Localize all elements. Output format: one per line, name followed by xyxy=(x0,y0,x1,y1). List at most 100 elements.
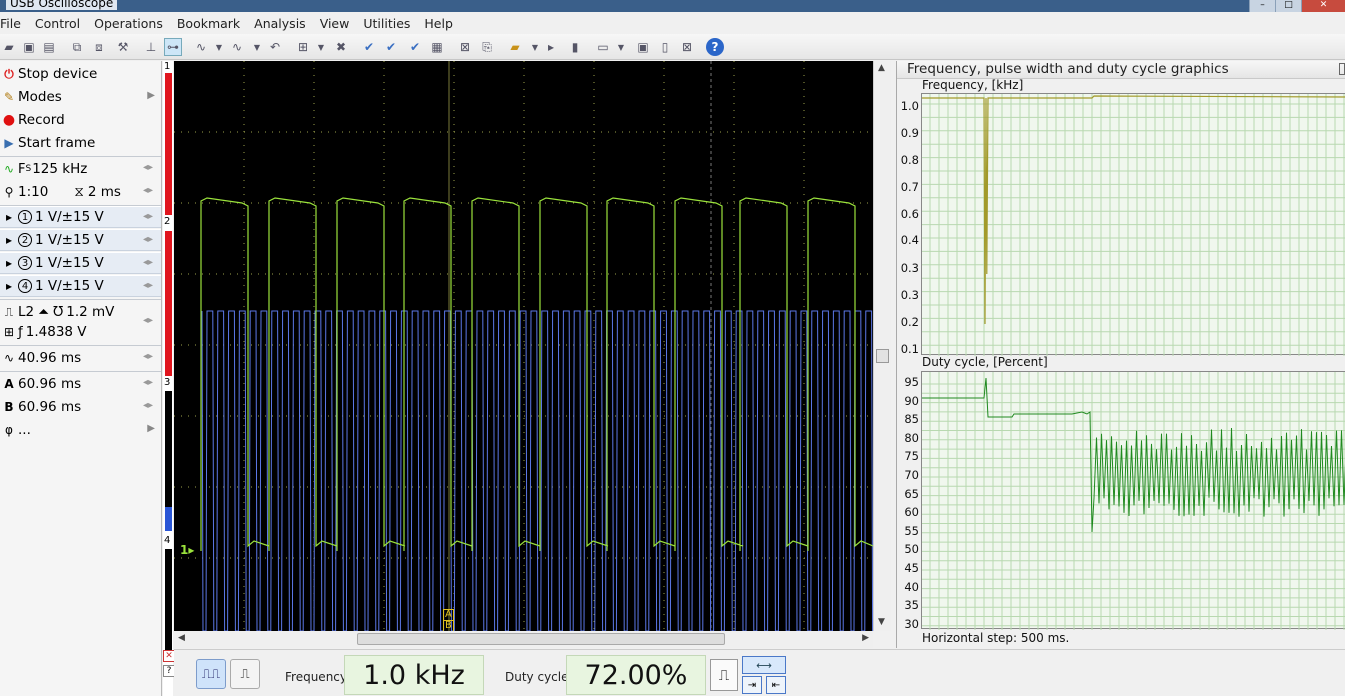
panel-close-icon[interactable] xyxy=(1339,63,1345,75)
channel-4-row[interactable]: ▸ 4 1 V/±15 V ◂▸ xyxy=(0,275,161,297)
stop-device-item[interactable]: ⏻ Stop device xyxy=(0,63,161,85)
time-span-row[interactable]: ∿ 40.96 ms ◂▸ xyxy=(0,347,161,369)
expand-button[interactable]: ⟷ xyxy=(742,656,786,674)
channel-2-bar[interactable] xyxy=(165,231,172,376)
save-icon[interactable]: ▣ xyxy=(20,38,38,56)
spin-arrows-icon[interactable]: ◂▸ xyxy=(143,162,153,173)
stop-icon[interactable]: ▮ xyxy=(566,38,584,56)
copy-icon[interactable]: ⧉ xyxy=(68,38,86,56)
menu-view[interactable]: View xyxy=(313,16,357,31)
pulse-mode-button[interactable]: ⎍⎍ xyxy=(196,659,226,689)
dropdown-icon[interactable]: ▼ xyxy=(612,38,630,56)
check-icon[interactable]: ✔ xyxy=(360,38,378,56)
trigger-value-row[interactable]: ⊞ ƒ 1.4838 V ◂▸ xyxy=(0,321,161,343)
cursor-b-row[interactable]: B 60.96 ms ◂▸ xyxy=(0,396,161,418)
export-icon[interactable]: ⎘ xyxy=(478,38,496,56)
channel-2-row[interactable]: ▸ 2 1 V/±15 V ◂▸ xyxy=(0,229,161,251)
help-icon[interactable]: ? xyxy=(706,38,724,56)
doc-icon[interactable]: ▯ xyxy=(656,38,674,56)
oscilloscope-display[interactable]: 1▸ A B xyxy=(174,61,873,631)
scroll-left-icon[interactable]: ◀ xyxy=(178,633,185,643)
channel-3-row[interactable]: ▸ 3 1 V/±15 V ◂▸ xyxy=(0,252,161,274)
check-down-icon[interactable]: ✔ xyxy=(382,38,400,56)
menu-help[interactable]: Help xyxy=(417,16,460,31)
undo-icon[interactable]: ↶ xyxy=(266,38,284,56)
sample-rate-row[interactable]: ∿ FS 125 kHz ◂▸ xyxy=(0,158,161,180)
channel-1-bar[interactable] xyxy=(165,73,172,215)
trigger-value: 1.4838 V xyxy=(26,324,87,340)
image-icon[interactable]: ▣ xyxy=(634,38,652,56)
edge-select-button[interactable]: ⎍ xyxy=(710,659,738,691)
check-all-icon[interactable]: ✔ xyxy=(406,38,424,56)
list-icon[interactable]: ▦ xyxy=(428,38,446,56)
modes-item[interactable]: ✎ Modes ▶ xyxy=(0,86,161,108)
menu-utilities[interactable]: Utilities xyxy=(356,16,417,31)
close-doc-icon[interactable]: ⊠ xyxy=(678,38,696,56)
duty-svg xyxy=(922,372,1345,630)
menu-control[interactable]: Control xyxy=(28,16,87,31)
close-button[interactable]: ✕ xyxy=(1301,0,1345,12)
zoom-row[interactable]: ⚲ 1:10 ⧖ 2 ms ◂▸ xyxy=(0,181,161,203)
sine-icon: ∿ xyxy=(0,162,18,176)
cursor-a-icon: A xyxy=(0,377,18,391)
trigger-row[interactable]: ⎍ L2 ⏶ Ʊ 1.2 mV xyxy=(0,301,161,323)
channel-4-bar[interactable] xyxy=(165,549,172,654)
open-icon[interactable]: ▰ xyxy=(0,38,18,56)
tool-icon[interactable]: ⚒ xyxy=(114,38,132,56)
cursor-icon[interactable]: ⊶ xyxy=(164,38,182,56)
grid-icon[interactable]: ⊠ xyxy=(456,38,474,56)
stop-device-label: Stop device xyxy=(18,66,97,82)
delete-icon[interactable]: ✖ xyxy=(332,38,350,56)
menu-operations[interactable]: Operations xyxy=(87,16,170,31)
duty-cycle-chart[interactable] xyxy=(921,371,1345,629)
start-frame-item[interactable]: ▶ Start frame xyxy=(0,132,161,154)
spin-arrows-icon[interactable]: ◂▸ xyxy=(143,234,153,245)
folder-icon[interactable]: ▰ xyxy=(506,38,524,56)
channel-strip: 1 2 3 4 ✕ ? xyxy=(163,61,173,696)
cursor-b-marker[interactable]: B xyxy=(443,620,454,631)
record-item[interactable]: ● Record xyxy=(0,109,161,131)
menu-file[interactable]: File xyxy=(0,16,28,31)
vertical-scrollbar[interactable]: ▲ ▼ xyxy=(873,61,891,631)
spin-arrows-icon[interactable]: ◂▸ xyxy=(143,211,153,222)
panel-icon[interactable]: ▭ xyxy=(594,38,612,56)
spin-arrows-icon[interactable]: ◂▸ xyxy=(143,351,153,362)
scroll-thumb[interactable] xyxy=(876,349,889,363)
horizontal-scrollbar[interactable]: ◀ ▶ xyxy=(174,631,873,648)
wave-icon[interactable]: ∿ xyxy=(192,38,210,56)
record-label: Record xyxy=(18,112,65,128)
menu-analysis[interactable]: Analysis xyxy=(247,16,313,31)
channel-1-marker[interactable]: 1▸ xyxy=(180,543,194,557)
shrink-right-button[interactable]: ⇤ xyxy=(766,676,786,694)
spin-arrows-icon[interactable]: ◂▸ xyxy=(143,377,153,388)
marker-icon[interactable]: ⊥ xyxy=(142,38,160,56)
wave2-icon[interactable]: ∿ xyxy=(228,38,246,56)
print-icon[interactable]: ▤ xyxy=(40,38,58,56)
dropdown-icon[interactable]: ▼ xyxy=(210,38,228,56)
minimize-button[interactable]: – xyxy=(1249,0,1275,12)
duty-tick: 80 xyxy=(897,431,919,445)
spin-arrows-icon[interactable]: ◂▸ xyxy=(143,400,153,411)
dropdown-icon[interactable]: ▼ xyxy=(248,38,266,56)
scroll-down-icon[interactable]: ▼ xyxy=(878,617,885,627)
spin-arrows-icon[interactable]: ◂▸ xyxy=(143,280,153,291)
play-icon[interactable]: ▸ xyxy=(542,38,560,56)
scroll-up-icon[interactable]: ▲ xyxy=(878,63,885,73)
frequency-chart[interactable] xyxy=(921,93,1345,355)
paste-icon[interactable]: ⧈ xyxy=(90,38,108,56)
menu-bookmark[interactable]: Bookmark xyxy=(170,16,247,31)
spin-arrows-icon[interactable]: ◂▸ xyxy=(143,257,153,268)
span-icon: ∿ xyxy=(0,351,18,365)
shrink-left-button[interactable]: ⇥ xyxy=(742,676,762,694)
single-pulse-button[interactable]: ⎍ xyxy=(230,659,260,689)
scroll-right-icon[interactable]: ▶ xyxy=(862,633,869,643)
cursor-a-row[interactable]: A 60.96 ms ◂▸ xyxy=(0,373,161,395)
channel-1-row[interactable]: ▸ 1 1 V/±15 V ◂▸ xyxy=(0,206,161,228)
maximize-button[interactable]: □ xyxy=(1275,0,1301,12)
scroll-thumb[interactable] xyxy=(357,633,725,645)
dropdown-icon[interactable]: ▼ xyxy=(312,38,330,56)
spin-arrows-icon[interactable]: ◂▸ xyxy=(143,185,153,196)
spin-arrows-icon[interactable]: ◂▸ xyxy=(143,315,153,326)
phase-row[interactable]: φ ... ▶ xyxy=(0,419,161,441)
zoom-icon[interactable]: ⊞ xyxy=(294,38,312,56)
